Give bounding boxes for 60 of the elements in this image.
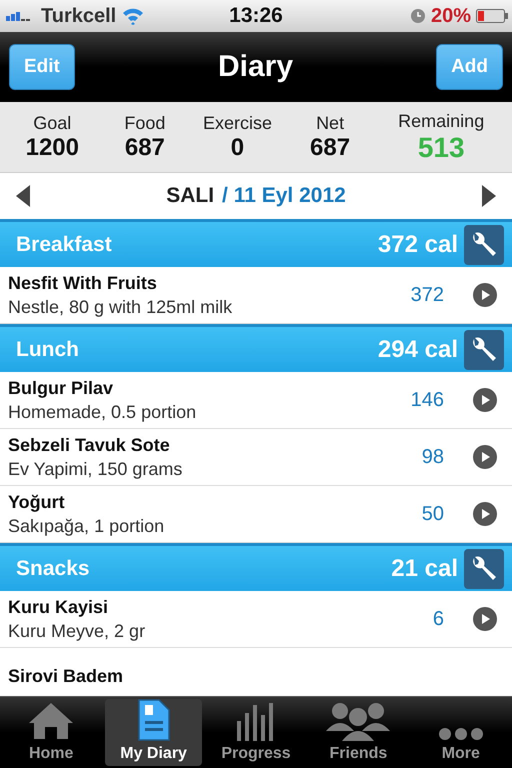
date-label: / 11 Eyl 2012 — [222, 184, 346, 208]
food-calories: 372 — [410, 284, 444, 306]
meal-name: Snacks — [16, 556, 91, 580]
meal-calories: 294 cal — [378, 336, 458, 364]
carrier-name: Turkcell — [41, 4, 116, 28]
disclosure-icon[interactable] — [472, 606, 498, 632]
more-dots-icon — [438, 727, 484, 741]
summary-label: Goal — [33, 112, 72, 134]
wrench-icon[interactable] — [464, 330, 504, 370]
previous-day-arrow-icon[interactable] — [16, 185, 30, 207]
food-name[interactable]: Kuru Kayisi — [8, 596, 433, 618]
meal-name: Lunch — [16, 338, 80, 362]
food-name[interactable]: Yoğurt — [8, 492, 422, 512]
tab-button[interactable]: My Diary — [105, 699, 202, 766]
summary-label: Food — [124, 112, 166, 134]
food-calories: 98 — [422, 446, 444, 468]
wrench-icon[interactable] — [464, 224, 504, 264]
disclosure-icon[interactable] — [472, 282, 498, 308]
tab-button[interactable]: Progress — [208, 699, 304, 766]
food-name[interactable]: Nesfit With Fruits — [8, 272, 411, 294]
battery-icon — [476, 9, 508, 23]
summary-value: 513 — [418, 132, 465, 164]
battery-percent: 20% — [430, 4, 471, 28]
meal-name: Breakfast — [16, 232, 113, 256]
food-name[interactable]: Bulgur Pilav — [8, 378, 411, 398]
house-icon — [27, 701, 76, 741]
disclosure-icon[interactable] — [472, 444, 498, 470]
wifi-icon — [121, 7, 146, 25]
summary-value: 0 — [230, 134, 244, 162]
summary-value: 687 — [124, 134, 165, 162]
food-name[interactable]: Sebzeli Tavuk Sote — [8, 434, 422, 456]
summary-label: Net — [316, 112, 344, 134]
summary-value: 687 — [310, 134, 350, 162]
food-name[interactable]: Sirovi Badem — [8, 666, 498, 686]
summary-value: 1200 — [26, 134, 79, 162]
document-icon — [136, 699, 171, 741]
alarm-icon — [410, 8, 426, 24]
food-calories: 146 — [410, 388, 444, 412]
food-calories: 50 — [422, 502, 444, 526]
meal-calories: 21 cal — [391, 554, 458, 582]
tab-button[interactable]: Friends — [310, 699, 407, 766]
screen-title: Diary — [218, 50, 293, 84]
tab-button[interactable]: Home — [3, 699, 100, 766]
food-detail: Ev Yapimi, 150 grams — [8, 458, 184, 480]
wrench-icon[interactable] — [464, 548, 504, 588]
food-detail: Nestle, 80 g with 125ml milk — [8, 296, 234, 318]
food-detail: Kuru Meyve, 2 gr — [8, 620, 146, 642]
next-day-arrow-icon[interactable] — [482, 185, 496, 207]
disclosure-icon[interactable] — [472, 387, 498, 413]
summary-label: Remaining — [398, 110, 484, 132]
clock-time: 13:26 — [229, 4, 283, 28]
food-detail: Sakıpağa, 1 portion — [8, 516, 166, 536]
meal-calories: 372 cal — [378, 230, 458, 258]
weekday-label: SALI — [166, 184, 214, 208]
summary-label: Exercise — [202, 112, 272, 134]
food-calories: 6 — [432, 608, 444, 630]
tab-button[interactable]: More — [412, 699, 510, 766]
food-detail: Homemade, 0.5 portion — [8, 402, 198, 422]
people-icon — [326, 701, 390, 741]
disclosure-icon[interactable] — [472, 501, 498, 527]
